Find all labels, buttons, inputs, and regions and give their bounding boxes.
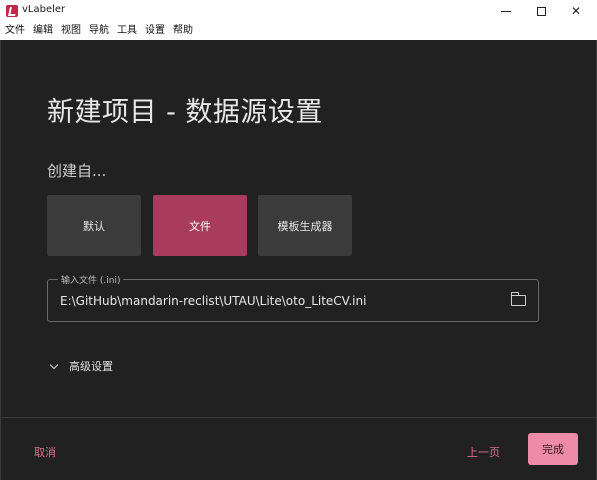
menu-tools[interactable]: 工具	[116, 22, 141, 40]
close-button[interactable]: ✕	[553, 0, 597, 22]
menu-edit[interactable]: 编辑	[32, 22, 57, 40]
advanced-settings-label: 高级设置	[69, 360, 113, 373]
chevron-down-icon	[49, 360, 59, 369]
previous-button[interactable]: 上一页	[467, 444, 500, 460]
option-file-button[interactable]: 文件	[153, 195, 247, 256]
done-button[interactable]: 完成	[528, 433, 578, 465]
advanced-settings-toggle[interactable]: 高级设置	[49, 358, 113, 374]
window-title: vLabeler	[22, 4, 66, 15]
input-file-label: 输入文件 (.ini)	[58, 273, 124, 286]
menu-view[interactable]: 视图	[60, 22, 85, 40]
menu-settings[interactable]: 设置	[144, 22, 169, 40]
cancel-button[interactable]: 取消	[34, 444, 56, 460]
menu-file[interactable]: 文件	[4, 22, 29, 40]
input-file-field[interactable]: 输入文件 (.ini) E:\GitHub\mandarin-reclist\U…	[47, 273, 539, 322]
create-from-label: 创建自...	[47, 162, 107, 180]
close-icon: ✕	[570, 4, 582, 18]
minimize-icon	[501, 10, 511, 12]
title-bar: vLabeler ✕	[0, 0, 597, 22]
menu-bar: 文件 编辑 视图 导航 工具 设置 帮助	[0, 22, 597, 40]
menu-help[interactable]: 帮助	[172, 22, 197, 40]
menu-navigate[interactable]: 导航	[88, 22, 113, 40]
option-default-button[interactable]: 默认	[47, 195, 141, 256]
footer-divider	[1, 417, 596, 418]
input-file-value[interactable]: E:\GitHub\mandarin-reclist\UTAU\Lite\oto…	[60, 294, 366, 308]
page-title: 新建项目 - 数据源设置	[47, 97, 323, 128]
folder-icon[interactable]	[510, 292, 526, 306]
dialog-content: 新建项目 - 数据源设置 创建自... 默认 文件 模板生成器 输入文件 (.i…	[0, 40, 597, 480]
maximize-icon	[536, 6, 546, 16]
option-template-generator-button[interactable]: 模板生成器	[258, 195, 352, 256]
app-logo-icon	[6, 5, 18, 17]
